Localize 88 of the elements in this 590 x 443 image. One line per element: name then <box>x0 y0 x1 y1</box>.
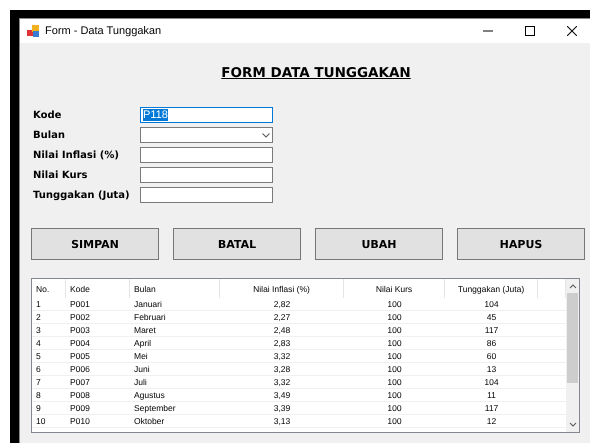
table-cell: April <box>130 337 220 350</box>
table-cell: 11 <box>445 389 538 402</box>
table-cell: P002 <box>66 311 130 324</box>
table-cell: 3 <box>32 324 66 337</box>
scrollbar[interactable] <box>566 279 579 432</box>
maximize-icon <box>525 26 535 36</box>
table-cell: 1 <box>32 298 66 311</box>
table-cell: 3,39 <box>220 402 344 415</box>
table-cell: Maret <box>130 324 220 337</box>
table-cell: 60 <box>445 350 538 363</box>
table-cell: 7 <box>32 376 66 389</box>
table-cell: 100 <box>344 376 445 389</box>
table-cell: 5 <box>32 350 66 363</box>
table-cell: Oktober <box>130 415 220 428</box>
table-cell: 10 <box>32 415 66 428</box>
table-cell: Februari <box>130 311 220 324</box>
table-cell: 8 <box>32 389 66 402</box>
column-header[interactable]: Kode <box>66 279 130 298</box>
table-cell: 100 <box>344 402 445 415</box>
action-button[interactable]: UBAH <box>315 228 443 260</box>
window-title: Form - Data Tunggakan <box>45 25 162 37</box>
table-cell: 100 <box>344 337 445 350</box>
table-cell: 13 <box>445 363 538 376</box>
table-cell: 2,27 <box>220 311 344 324</box>
action-button[interactable]: BATAL <box>173 228 301 260</box>
table-cell: 12 <box>445 415 538 428</box>
table-cell: 3,28 <box>220 363 344 376</box>
field-label: Nilai Kurs <box>33 170 88 180</box>
form-heading: FORM DATA TUNGGAKAN <box>221 65 411 81</box>
table-cell: Januari <box>130 298 220 311</box>
table-cell: 100 <box>344 324 445 337</box>
column-header[interactable]: Bulan <box>130 279 220 298</box>
action-button[interactable]: HAPUS <box>457 228 585 260</box>
table-cell: 2 <box>32 311 66 324</box>
table-cell: P005 <box>66 350 130 363</box>
table-cell: 2,83 <box>220 337 344 350</box>
table-cell: 100 <box>344 350 445 363</box>
app-icon <box>27 25 39 37</box>
table-cell: 100 <box>344 363 445 376</box>
table-cell: 4 <box>32 337 66 350</box>
table-cell: Agustus <box>130 389 220 402</box>
column-header[interactable]: Nilai Inflasi (%) <box>220 279 344 298</box>
table-cell: P006 <box>66 363 130 376</box>
table-cell: 104 <box>445 298 538 311</box>
dropdown-field[interactable] <box>140 127 273 143</box>
table-cell: Juni <box>130 363 220 376</box>
input-field[interactable]: P118 <box>140 107 273 123</box>
table-cell: 117 <box>445 324 538 337</box>
table-cell: 100 <box>344 389 445 402</box>
table-cell: 86 <box>445 337 538 350</box>
action-button[interactable]: SIMPAN <box>31 228 159 260</box>
input-field[interactable] <box>140 187 273 203</box>
table-cell: P001 <box>66 298 130 311</box>
field-label: Tunggakan (Juta) <box>33 190 131 200</box>
table-cell: 3,49 <box>220 389 344 402</box>
input-field[interactable] <box>140 147 273 163</box>
table-cell: P008 <box>66 389 130 402</box>
table-cell: 2,82 <box>220 298 344 311</box>
table-cell: September <box>130 402 220 415</box>
table-cell: 2,48 <box>220 324 344 337</box>
table-cell: 100 <box>344 298 445 311</box>
table-cell: 45 <box>445 311 538 324</box>
table-cell: 3,13 <box>220 415 344 428</box>
field-label: Kode <box>33 110 62 120</box>
table-cell: Juli <box>130 376 220 389</box>
chevron-down-icon <box>262 132 270 138</box>
table-cell: 117 <box>445 402 538 415</box>
table-cell: P010 <box>66 415 130 428</box>
column-header[interactable]: No. <box>32 279 66 298</box>
table-cell: P009 <box>66 402 130 415</box>
table-cell: Mei <box>130 350 220 363</box>
table-cell: 3,32 <box>220 350 344 363</box>
column-header[interactable]: Tunggakan (Juta) <box>445 279 538 298</box>
table-cell: 100 <box>344 415 445 428</box>
table-cell: 9 <box>32 402 66 415</box>
table-cell: P003 <box>66 324 130 337</box>
table-cell: 3,32 <box>220 376 344 389</box>
field-label: Bulan <box>33 130 66 140</box>
table-cell: 104 <box>445 376 538 389</box>
input-field[interactable] <box>140 167 273 183</box>
scroll-thumb[interactable] <box>567 293 578 383</box>
close-icon <box>567 26 577 36</box>
table-cell: 100 <box>344 311 445 324</box>
table-cell: P007 <box>66 376 130 389</box>
table-cell: P004 <box>66 337 130 350</box>
column-header[interactable]: Nilai Kurs <box>344 279 445 298</box>
table-cell: 6 <box>32 363 66 376</box>
field-label: Nilai Inflasi (%) <box>33 150 120 160</box>
